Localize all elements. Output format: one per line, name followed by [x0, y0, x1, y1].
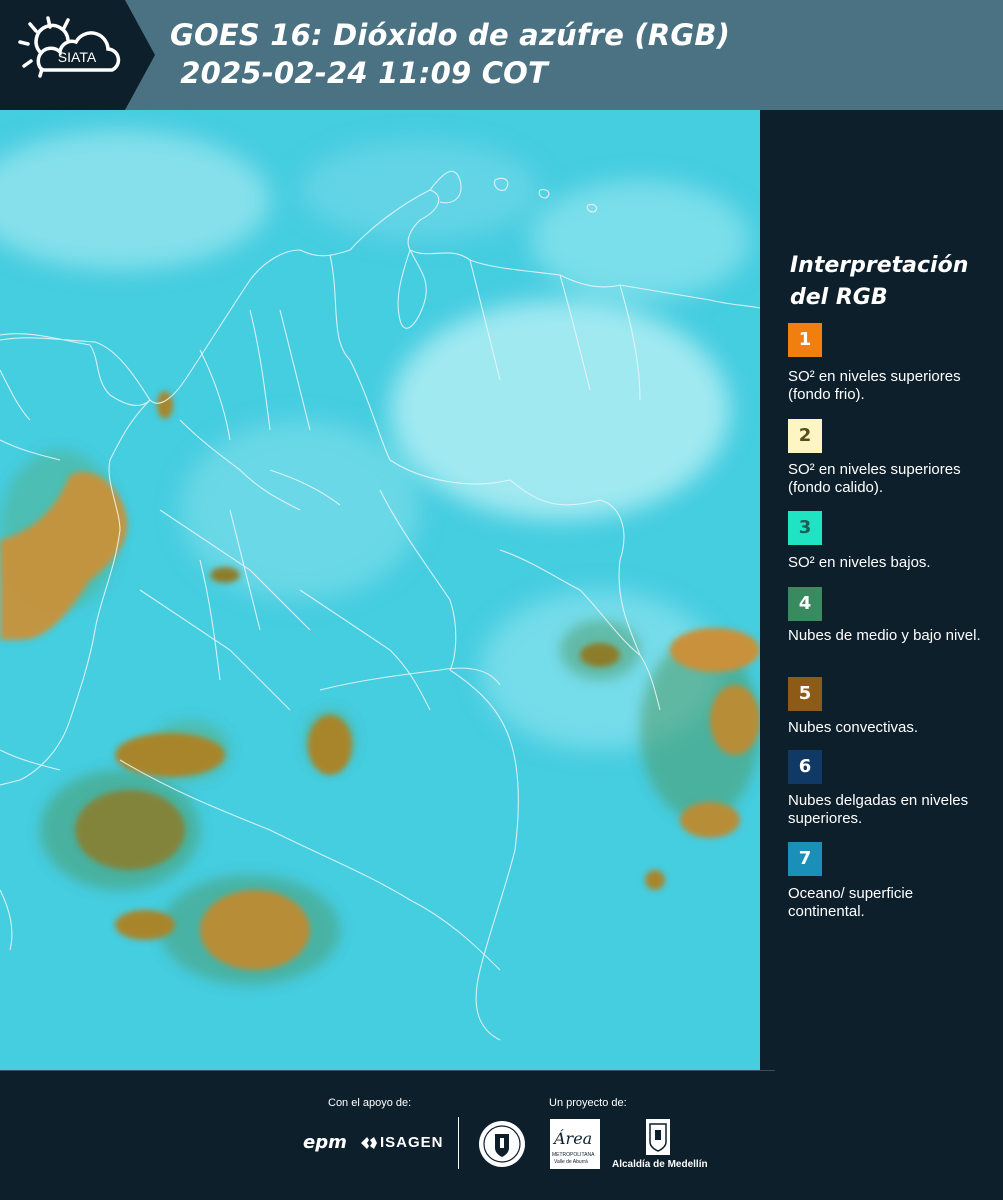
- legend-text-3: SO² en niveles bajos.: [788, 554, 931, 571]
- seal-icon: [479, 1121, 525, 1167]
- siata-logo[interactable]: SIATA: [0, 0, 155, 110]
- legend-text-6: Nubes delgadas en niveles superiores.: [788, 792, 969, 827]
- satellite-image: [0, 110, 760, 1070]
- legend-panel: Interpretación del RGB 1 SO² en niveles …: [760, 110, 1003, 1070]
- medellin-seal[interactable]: [478, 1120, 526, 1173]
- area-logo-text: Área: [554, 1129, 593, 1148]
- footer-separator: [458, 1117, 459, 1169]
- title-line-1: GOES 16: Dióxido de azúfre (RGB): [170, 18, 731, 52]
- legend-text-5: Nubes convectivas.: [788, 719, 919, 736]
- legend-text-4: Nubes de medio y bajo nivel.: [788, 627, 981, 644]
- legend-title-line-2: del RGB: [790, 285, 888, 310]
- area-logo-subtext-2: Valle de Aburrá: [554, 1159, 588, 1165]
- legend-text-7: Oceano/ superficie continental.: [788, 885, 914, 920]
- legend-title-line-1: Interpretación: [790, 253, 969, 278]
- legend-number-4: 4: [798, 593, 812, 614]
- legend-text-2: SO² en niveles superiores (fondo calido)…: [788, 461, 961, 496]
- page-title: GOES 16: Dióxido de azúfre (RGB) 2025-02…: [170, 16, 730, 92]
- logo-background: SIATA: [0, 0, 155, 110]
- legend-swatch-2: 2: [788, 419, 822, 453]
- footer-divider-line: [0, 1070, 775, 1071]
- legend-number-2: 2: [798, 425, 812, 446]
- footer: Con el apoyo de: Un proyecto de: epm ISA…: [0, 1070, 1003, 1200]
- logo-text: SIATA: [58, 49, 97, 65]
- area-logo-subtext: METROPOLITANA: [552, 1152, 595, 1158]
- project-label: Un proyecto de:: [549, 1097, 627, 1109]
- legend-swatch-3: 3: [788, 511, 822, 545]
- legend-swatch-4: 4: [788, 587, 822, 621]
- legend-number-6: 6: [798, 756, 812, 777]
- isagen-text: ISAGEN: [380, 1134, 444, 1151]
- satellite-map[interactable]: [0, 110, 760, 1070]
- legend-swatch-6: 6: [788, 750, 822, 784]
- title-line-2: 2025-02-24 11:09 COT: [170, 56, 549, 90]
- legend-swatch-1: 1: [788, 323, 822, 357]
- legend-swatch-7: 7: [788, 842, 822, 876]
- isagen-mark-icon: [361, 1137, 377, 1149]
- epm-logo[interactable]: epm: [303, 1132, 347, 1153]
- support-label: Con el apoyo de:: [328, 1097, 412, 1109]
- alcaldia-text: Alcaldía de Medellín: [612, 1159, 708, 1170]
- header: SIATA GOES 16: Dióxido de azúfre (RGB) 2…: [0, 0, 1003, 110]
- legend-number-7: 7: [798, 848, 812, 869]
- legend-swatch-5: 5: [788, 677, 822, 711]
- alcaldia-crest-icon: [646, 1119, 670, 1155]
- legend-title: Interpretación del RGB: [790, 250, 968, 314]
- alcaldia-logo[interactable]: [645, 1118, 671, 1161]
- area-metropolitana-logo[interactable]: Área METROPOLITANA Valle de Aburrá: [550, 1119, 600, 1169]
- legend-number-5: 5: [798, 683, 812, 704]
- legend-number-1: 1: [798, 329, 812, 350]
- legend-text-1: SO² en niveles superiores (fondo frio).: [788, 368, 961, 403]
- legend-number-3: 3: [798, 517, 812, 538]
